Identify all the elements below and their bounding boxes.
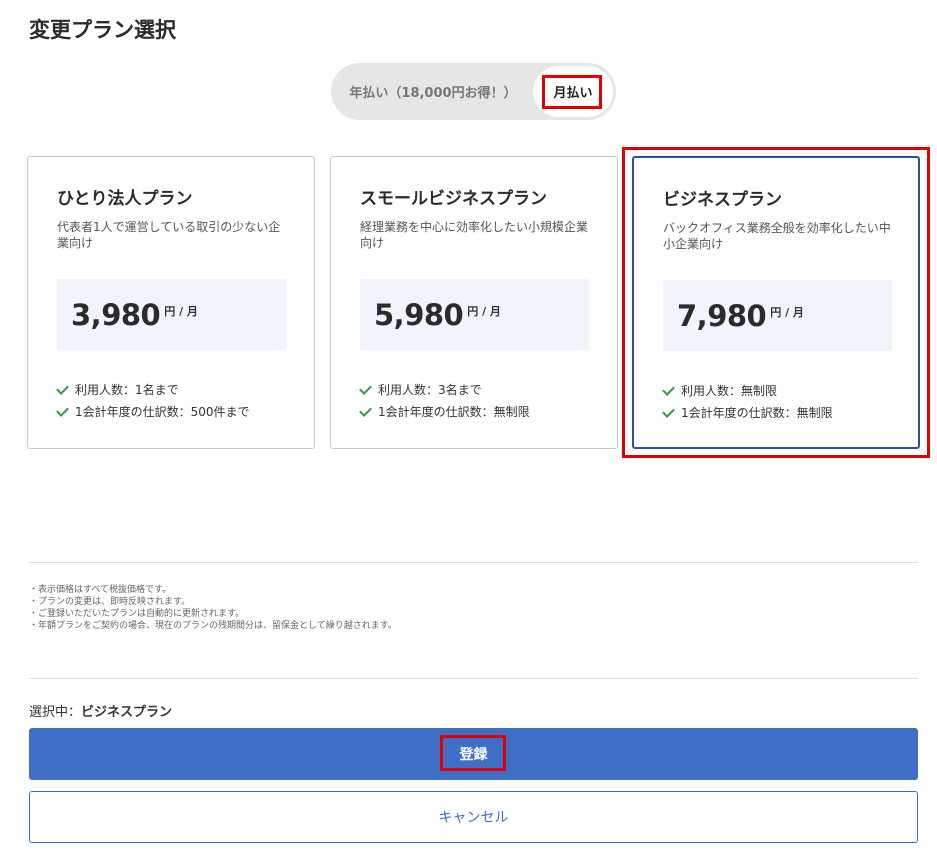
check-icon <box>662 405 675 418</box>
feature-text: 1会計年度の仕訳数：無制限 <box>378 405 530 419</box>
plan-name: ビジネスプラン <box>663 190 782 210</box>
plan-description: バックオフィス業務全般を効率化したい中小企業向け <box>663 221 891 251</box>
plan-name: ひとり法人プラン <box>57 189 193 209</box>
feature-text: 利用人数：1名まで <box>75 383 179 397</box>
feature-list: 利用人数：3名まで 1会計年度の仕訳数：無制限 <box>359 379 530 423</box>
check-icon <box>359 382 372 395</box>
notes-list: ・表示価格はすべて税抜価格です。 ・プランの変更は、即時反映されます。 ・ご登録… <box>29 584 397 632</box>
check-icon <box>56 404 69 417</box>
register-button[interactable]: 登録 <box>29 728 918 780</box>
feature-text: 利用人数：3名まで <box>378 383 482 397</box>
price-box: 5,980 円 / 月 <box>360 279 589 350</box>
price-amount: 3,980 <box>71 297 161 332</box>
cancel-button[interactable]: キャンセル <box>29 791 918 843</box>
selected-plan-value: ビジネスプラン <box>81 705 173 720</box>
feature-text: 1会計年度の仕訳数：無制限 <box>681 406 833 420</box>
price-unit: 円 / 月 <box>164 304 198 318</box>
note-item: ・年額プランをご契約の場合、現在のプランの残期間分は、留保金として繰り越されます… <box>29 621 397 631</box>
selected-plan-label: 選択中：ビジネスプラン <box>29 701 172 720</box>
feature-item: 利用人数：3名まで <box>359 379 530 401</box>
plan-name: スモールビジネスプラン <box>360 189 547 209</box>
billing-toggle: 年払い（18,000円お得！） 月払い <box>331 63 616 120</box>
page-title: 変更プラン選択 <box>29 18 176 42</box>
feature-item: 利用人数：1名まで <box>56 379 250 401</box>
note-item: ・プランの変更は、即時反映されます。 <box>29 597 191 607</box>
price-amount: 7,980 <box>677 298 767 333</box>
divider <box>29 562 918 563</box>
price-box: 7,980 円 / 月 <box>663 280 892 351</box>
plan-card-business[interactable]: ビジネスプラン バックオフィス業務全般を効率化したい中小企業向け 7,980 円… <box>632 156 920 449</box>
check-icon <box>56 382 69 395</box>
feature-item: 1会計年度の仕訳数：無制限 <box>359 401 530 423</box>
feature-list: 利用人数：1名まで 1会計年度の仕訳数：500件まで <box>56 379 250 423</box>
price-unit: 円 / 月 <box>770 305 804 319</box>
feature-text: 利用人数：無制限 <box>681 384 778 398</box>
feature-list: 利用人数：無制限 1会計年度の仕訳数：無制限 <box>662 380 833 424</box>
feature-item: 利用人数：無制限 <box>662 380 833 402</box>
feature-text: 1会計年度の仕訳数：500件まで <box>75 405 250 419</box>
feature-item: 1会計年度の仕訳数：500件まで <box>56 401 250 423</box>
toggle-yearly[interactable]: 年払い（18,000円お得！） <box>335 66 531 117</box>
plan-description: 経理業務を中心に効率化したい小規模企業向け <box>360 220 589 250</box>
check-icon <box>662 383 675 396</box>
feature-item: 1会計年度の仕訳数：無制限 <box>662 402 833 424</box>
toggle-monthly[interactable]: 月払い <box>533 66 613 117</box>
price-box: 3,980 円 / 月 <box>57 279 286 350</box>
plan-description: 代表者1人で運営している取引の少ない企業向け <box>57 220 281 250</box>
price-unit: 円 / 月 <box>467 304 501 318</box>
plan-card-solo[interactable]: ひとり法人プラン 代表者1人で運営している取引の少ない企業向け 3,980 円 … <box>27 156 315 449</box>
check-icon <box>359 404 372 417</box>
price-amount: 5,980 <box>374 297 464 332</box>
selected-plan-prefix: 選択中： <box>29 705 82 720</box>
note-item: ・ご登録いただいたプランは自動的に更新されます。 <box>29 609 245 619</box>
divider <box>29 678 918 679</box>
note-item: ・表示価格はすべて税抜価格です。 <box>29 585 172 595</box>
plan-card-small-business[interactable]: スモールビジネスプラン 経理業務を中心に効率化したい小規模企業向け 5,980 … <box>330 156 618 449</box>
